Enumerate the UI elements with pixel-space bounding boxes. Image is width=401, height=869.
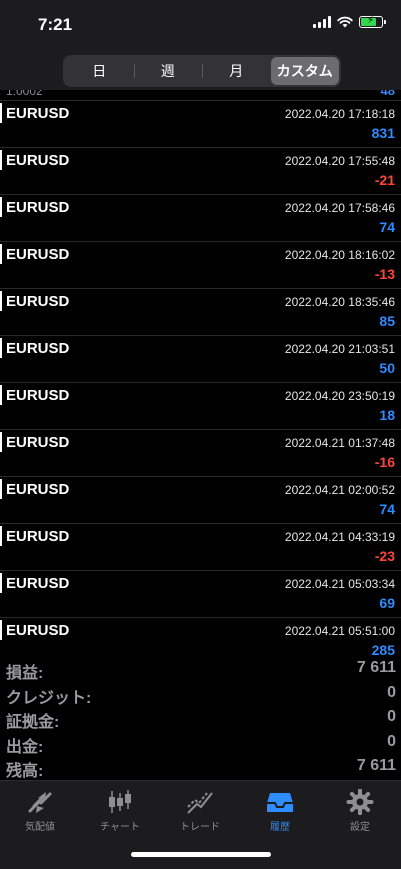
app-screen: 7:21 ⚡ 日 週 月 カスタム 1.0002 48 EURUSD 2022.… bbox=[0, 0, 401, 869]
trade-profit: 831 bbox=[371, 125, 395, 141]
period-selector-bar: 日 週 月 カスタム bbox=[0, 52, 401, 90]
period-segmented-control: 日 週 月 カスタム bbox=[63, 55, 341, 87]
trade-profit: 18 bbox=[379, 407, 395, 423]
quotes-icon bbox=[28, 792, 52, 813]
trade-row[interactable]: EURUSD 2022.04.20 18:16:02 -13 bbox=[0, 242, 401, 289]
trade-time: 2022.04.20 17:55:48 bbox=[284, 154, 395, 168]
summary-withdrawal-row: 出金: 0 bbox=[0, 730, 401, 756]
tab-chart-label: チャート bbox=[100, 822, 140, 833]
trade-symbol: EURUSD bbox=[6, 622, 70, 639]
tab-history[interactable]: 履歴 bbox=[240, 789, 320, 839]
summary-deposit-row: 証拠金: 0 bbox=[0, 705, 401, 731]
summary-label: 出金: bbox=[6, 738, 44, 756]
gear-icon bbox=[346, 789, 374, 815]
battery-icon: ⚡ bbox=[359, 15, 386, 28]
trade-symbol: EURUSD bbox=[6, 199, 70, 216]
summary-profit-row: 損益: 7 611 bbox=[0, 656, 401, 682]
summary-value: 7 611 bbox=[356, 659, 396, 676]
summary-credit-row: クレジット: 0 bbox=[0, 681, 401, 707]
account-summary: 損益: 7 611 クレジット: 0 証拠金: 0 出金: 0 残高: 7 61… bbox=[0, 656, 401, 780]
period-tab-month[interactable]: 月 bbox=[202, 57, 271, 85]
trade-row[interactable]: EURUSD 2022.04.21 05:51:00 285 bbox=[0, 618, 401, 656]
trade-row[interactable]: EURUSD 2022.04.21 02:00:52 74 bbox=[0, 477, 401, 524]
trade-time: 2022.04.21 05:51:00 bbox=[284, 624, 395, 638]
trade-symbol: EURUSD bbox=[6, 575, 70, 592]
summary-value: 0 bbox=[387, 708, 396, 725]
trade-row[interactable]: EURUSD 2022.04.20 21:03:51 50 bbox=[0, 336, 401, 383]
tab-trade-label: トレード bbox=[180, 822, 220, 833]
tab-settings[interactable]: 設定 bbox=[320, 789, 400, 839]
trade-profit: -13 bbox=[374, 266, 395, 282]
trade-profit: -21 bbox=[374, 172, 395, 188]
trade-symbol: EURUSD bbox=[6, 434, 70, 451]
trade-profit: 85 bbox=[379, 313, 395, 329]
trade-row[interactable]: EURUSD 2022.04.21 05:03:34 69 bbox=[0, 571, 401, 618]
summary-label: 証拠金: bbox=[6, 714, 60, 731]
tab-trade[interactable]: トレード bbox=[160, 789, 240, 839]
partial-list-row: 1.0002 48 bbox=[0, 90, 401, 101]
trade-row[interactable]: EURUSD 2022.04.20 17:58:46 74 bbox=[0, 195, 401, 242]
chart-candles-icon bbox=[109, 790, 131, 813]
trade-time: 2022.04.20 23:50:19 bbox=[284, 389, 395, 403]
tab-history-label: 履歴 bbox=[270, 822, 290, 833]
trade-profit: -23 bbox=[374, 548, 395, 564]
trade-profit: 69 bbox=[379, 595, 395, 611]
home-indicator[interactable] bbox=[131, 852, 271, 857]
summary-label: 損益: bbox=[6, 665, 44, 682]
tab-quotes-label: 気配値 bbox=[25, 822, 55, 833]
period-tab-custom[interactable]: カスタム bbox=[270, 57, 339, 85]
trade-symbol: EURUSD bbox=[6, 293, 70, 310]
trade-row[interactable]: EURUSD 2022.04.20 23:50:19 18 bbox=[0, 383, 401, 430]
trade-symbol: EURUSD bbox=[6, 340, 70, 357]
summary-value: 7 611 bbox=[356, 757, 396, 774]
wifi-icon bbox=[337, 16, 353, 28]
trade-symbol: EURUSD bbox=[6, 105, 70, 122]
summary-balance-row: 残高: 7 611 bbox=[0, 754, 401, 780]
trade-profit: 74 bbox=[379, 501, 395, 517]
trade-row[interactable]: EURUSD 2022.04.20 17:18:18 831 bbox=[0, 101, 401, 148]
tab-settings-label: 設定 bbox=[350, 822, 370, 833]
history-inbox-icon bbox=[267, 793, 293, 812]
trade-symbol: EURUSD bbox=[6, 387, 70, 404]
partial-row-profit: 48 bbox=[380, 90, 395, 98]
trade-symbol: EURUSD bbox=[6, 481, 70, 498]
trade-time: 2022.04.21 02:00:52 bbox=[284, 483, 395, 497]
trade-time: 2022.04.20 18:35:46 bbox=[284, 295, 395, 309]
period-tab-week[interactable]: 週 bbox=[133, 57, 203, 85]
trade-row[interactable]: EURUSD 2022.04.20 17:55:48 -21 bbox=[0, 148, 401, 195]
summary-label: 残高: bbox=[6, 763, 44, 780]
partial-row-left: 1.0002 bbox=[6, 90, 43, 98]
status-time: 7:21 bbox=[38, 15, 73, 34]
trade-symbol: EURUSD bbox=[6, 246, 70, 263]
trade-history-list[interactable]: 1.0002 48 EURUSD 2022.04.20 17:18:18 831… bbox=[0, 90, 401, 656]
tab-chart[interactable]: チャート bbox=[80, 789, 160, 839]
trade-time: 2022.04.21 05:03:34 bbox=[284, 577, 395, 591]
trade-icon bbox=[187, 792, 213, 814]
trade-profit: 285 bbox=[371, 642, 395, 656]
trade-profit: 50 bbox=[379, 360, 395, 376]
period-tab-day[interactable]: 日 bbox=[65, 57, 134, 85]
status-icons: ⚡ bbox=[313, 15, 386, 28]
summary-value: 0 bbox=[387, 683, 396, 701]
trade-row[interactable]: EURUSD 2022.04.20 18:35:46 85 bbox=[0, 289, 401, 336]
trade-time: 2022.04.20 18:16:02 bbox=[284, 248, 395, 262]
trade-symbol: EURUSD bbox=[6, 528, 70, 545]
trade-symbol: EURUSD bbox=[6, 152, 70, 169]
trade-time: 2022.04.20 21:03:51 bbox=[284, 342, 395, 356]
tab-quotes[interactable]: 気配値 bbox=[0, 789, 80, 839]
trade-time: 2022.04.20 17:58:46 bbox=[284, 201, 395, 215]
trade-row[interactable]: EURUSD 2022.04.21 04:33:19 -23 bbox=[0, 524, 401, 571]
trade-profit: 74 bbox=[379, 219, 395, 235]
trade-time: 2022.04.21 01:37:48 bbox=[284, 436, 395, 450]
trade-profit: -16 bbox=[374, 454, 395, 470]
trade-time: 2022.04.20 17:18:18 bbox=[284, 107, 395, 121]
cellular-signal-icon bbox=[313, 16, 331, 28]
trade-time: 2022.04.21 04:33:19 bbox=[284, 530, 395, 544]
trade-row[interactable]: EURUSD 2022.04.21 01:37:48 -16 bbox=[0, 430, 401, 477]
status-bar: 7:21 ⚡ bbox=[0, 0, 401, 52]
summary-label: クレジット: bbox=[6, 689, 92, 707]
summary-value: 0 bbox=[387, 732, 396, 750]
